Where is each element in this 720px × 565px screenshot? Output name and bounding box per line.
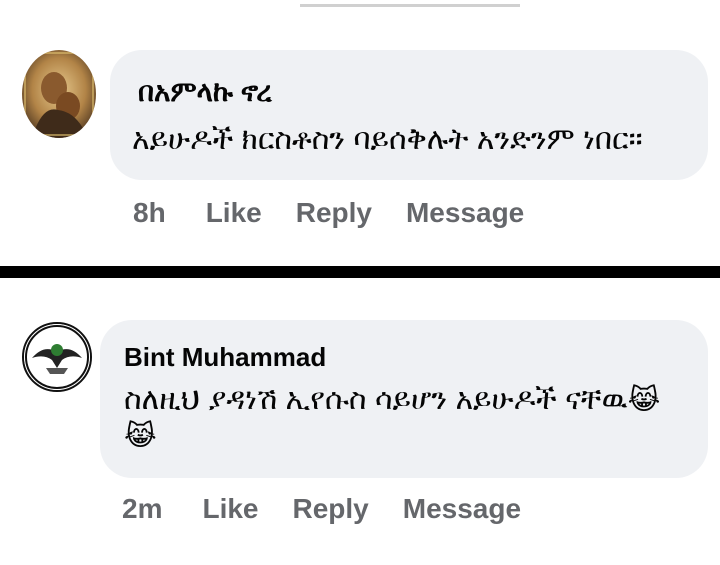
message-button[interactable]: Message xyxy=(403,493,521,525)
previous-comment-cutoff xyxy=(300,0,520,7)
comment-bubble: Bint Muhammad ስለዚህ ያዳነሽ ኢየሱስ ሳይሆን አይሁዶች … xyxy=(100,320,708,478)
reply-button[interactable]: Reply xyxy=(296,197,372,229)
comment-text: አይሁዶች ክርስቶስን ባይሰቅሉት አንድንም ነበር። xyxy=(132,123,643,156)
like-button[interactable]: Like xyxy=(206,197,262,229)
comment-actions: 2m Like Reply Message xyxy=(122,493,521,525)
avatar[interactable] xyxy=(22,322,92,392)
crying-cat-emoji: 😹 xyxy=(124,420,157,451)
message-button[interactable]: Message xyxy=(406,197,524,229)
comment-text-body: ስለዚህ ያዳነሽ ኢየሱስ ሳይሆን አይሁዶች ናቸዉ xyxy=(124,383,628,416)
comment-timestamp[interactable]: 8h xyxy=(133,197,166,229)
comment-text: ስለዚህ ያዳነሽ ኢየሱስ ሳይሆን አይሁዶች ናቸዉ😹 😹 xyxy=(124,382,694,454)
eagle-logo-avatar xyxy=(24,324,90,390)
comment: Bint Muhammad ስለዚህ ያዳነሽ ኢየሱስ ሳይሆን አይሁዶች … xyxy=(0,305,720,535)
crying-cat-emoji: 😹 xyxy=(627,384,661,415)
like-button[interactable]: Like xyxy=(202,493,258,525)
reply-button[interactable]: Reply xyxy=(293,493,369,525)
comment-actions: 8h Like Reply Message xyxy=(133,197,524,229)
comment: በአምላኩ ኖረ አይሁዶች ክርስቶስን ባይሰቅሉት አንድንም ነበር። … xyxy=(0,40,720,245)
comment-author[interactable]: በአምላኩ ኖረ xyxy=(138,76,272,109)
divider xyxy=(0,266,720,278)
avatar[interactable] xyxy=(22,50,96,138)
comment-author[interactable]: Bint Muhammad xyxy=(124,342,326,373)
icon-painting-avatar xyxy=(22,50,96,138)
comment-timestamp[interactable]: 2m xyxy=(122,493,162,525)
comment-bubble: በአምላኩ ኖረ አይሁዶች ክርስቶስን ባይሰቅሉት አንድንም ነበር። xyxy=(110,50,708,180)
